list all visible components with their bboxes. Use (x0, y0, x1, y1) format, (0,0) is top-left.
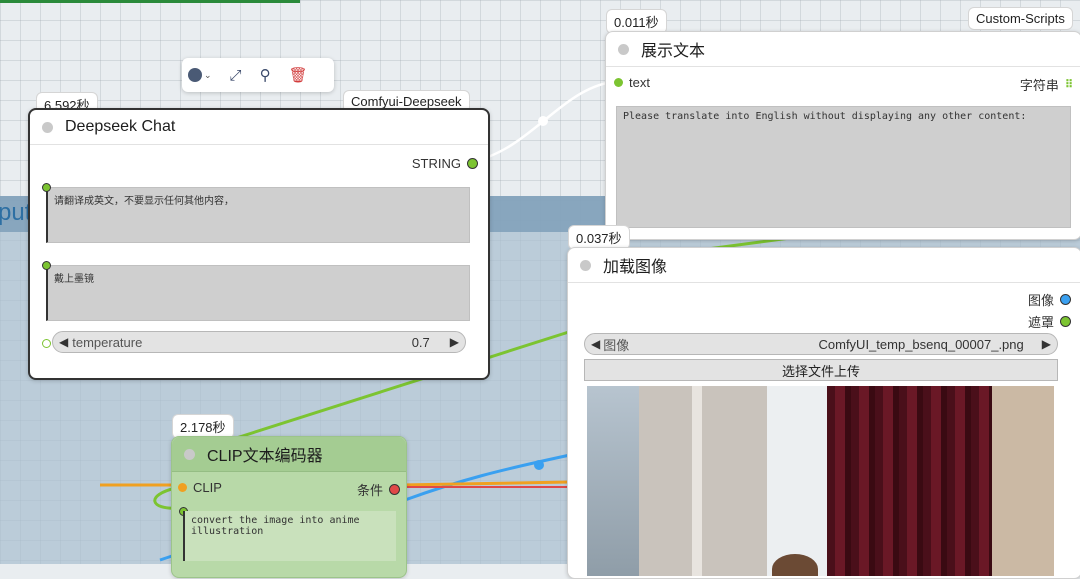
input-label: text (629, 75, 650, 90)
output-port[interactable] (1060, 316, 1071, 327)
input-text[interactable]: text (614, 75, 650, 90)
output-label: STRING (411, 156, 461, 171)
output-conditioning[interactable]: 条件 (357, 480, 400, 499)
decrement-arrow-icon[interactable]: ◀ (59, 335, 68, 349)
node-title: 展示文本 (641, 43, 706, 60)
show-text-node[interactable]: 展示文本 text 字符串 ⠿ Please translate into En… (605, 31, 1080, 240)
input-textarea[interactable]: 戴上墨镜 (46, 265, 470, 321)
node-toolbar: ⌄ ⤢ ⚲ 🗑 (182, 58, 334, 92)
prompt-input-port[interactable] (42, 183, 51, 192)
collapse-dot[interactable] (42, 121, 53, 133)
node-title: CLIP文本编码器 (207, 448, 323, 465)
bypass-icon[interactable]: ⤢ (230, 67, 242, 84)
preview-column (692, 386, 702, 576)
output-string[interactable]: 字符串 ⠿ (1020, 75, 1073, 94)
output-label: 字符串 (1019, 78, 1059, 93)
collapse-dot[interactable] (618, 43, 629, 55)
node-title: Deepseek Chat (65, 118, 176, 135)
preview-curtain (827, 386, 992, 576)
clip-prompt-textarea[interactable]: convert the image into anime illustratio… (183, 511, 396, 561)
preview-light (767, 386, 827, 576)
color-circle-icon[interactable]: ⌄ (188, 68, 212, 82)
collapse-dot[interactable] (184, 448, 195, 460)
input-port[interactable] (614, 78, 623, 87)
temperature-widget[interactable]: ◀ temperature 0.7 ▶ (52, 331, 466, 353)
wire-blue-1 (404, 453, 571, 502)
text-display[interactable]: Please translate into English without di… (616, 106, 1071, 228)
output-label: 条件 (356, 483, 383, 498)
increment-arrow-icon[interactable]: ▶ (450, 335, 459, 349)
image-label: 图像 (603, 337, 630, 353)
image-value: ComfyUI_temp_bsenq_00007_.png (818, 336, 1024, 352)
previous-arrow-icon[interactable]: ◀ (591, 337, 600, 351)
node-header[interactable]: Deepseek Chat (30, 110, 488, 145)
image-select-widget[interactable]: ◀ 图像 ComfyUI_temp_bsenq_00007_.png ▶ (584, 333, 1058, 355)
wire-midpoint (538, 116, 548, 126)
pin-icon[interactable]: ⚲ (260, 66, 271, 84)
upload-button[interactable]: 选择文件上传 (584, 359, 1058, 381)
node-title: 加载图像 (603, 259, 668, 276)
load-image-node[interactable]: 加载图像 图像 遮罩 ◀ 图像 ComfyUI_temp_bsenq_00007… (567, 247, 1080, 579)
output-mask[interactable]: 遮罩 (1028, 312, 1071, 331)
input-port[interactable] (42, 261, 51, 270)
wire-blue-midpoint (534, 460, 544, 470)
trash-icon[interactable]: 🗑 (289, 66, 308, 84)
output-label: 图像 (1027, 293, 1054, 308)
temperature-port[interactable] (42, 339, 51, 348)
input-clip[interactable]: CLIP (178, 480, 222, 495)
prompt-textarea[interactable]: 请翻译成英文，不要显示任何其他内容， (46, 187, 470, 243)
node-header[interactable]: 展示文本 (606, 32, 1080, 67)
preview-window (587, 386, 639, 576)
temperature-value: 0.7 (411, 334, 430, 350)
output-port[interactable] (389, 484, 400, 495)
collapse-dot[interactable] (580, 259, 591, 271)
output-string[interactable]: STRING (412, 156, 478, 171)
node-header[interactable]: CLIP文本编码器 (172, 437, 406, 472)
node-header[interactable]: 加载图像 (568, 248, 1080, 283)
grid-port-icon[interactable]: ⠿ (1065, 78, 1073, 91)
output-port[interactable] (467, 158, 478, 169)
output-label: 遮罩 (1027, 315, 1054, 330)
preview-head (772, 554, 818, 576)
image-preview (587, 386, 1054, 576)
clip-text-encoder-node[interactable]: CLIP文本编码器 CLIP 条件 convert the image into… (171, 436, 407, 578)
next-arrow-icon[interactable]: ▶ (1042, 337, 1051, 351)
output-image[interactable]: 图像 (1028, 290, 1071, 309)
deepseek-chat-node[interactable]: Deepseek Chat STRING 请翻译成英文，不要显示任何其他内容， … (28, 108, 490, 380)
input-label: CLIP (193, 480, 222, 495)
wire-orange-right (399, 480, 571, 487)
output-port[interactable] (1060, 294, 1071, 305)
temperature-label: temperature (72, 334, 143, 350)
input-port[interactable] (178, 483, 187, 492)
node-source-tag: Custom-Scripts (968, 7, 1073, 30)
preview-right-wall (992, 386, 1054, 576)
